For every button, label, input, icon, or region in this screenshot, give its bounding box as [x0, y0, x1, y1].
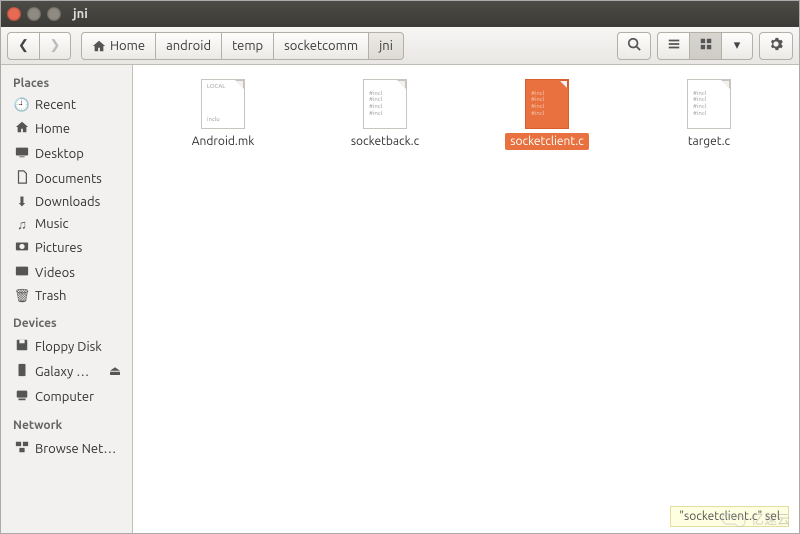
sidebar-item-downloads[interactable]: ⬇ Downloads: [1, 191, 132, 213]
watermark-text: 亿速云: [751, 509, 790, 528]
sidebar-item-videos[interactable]: Videos: [1, 260, 132, 285]
forward-button[interactable]: ❯: [39, 32, 71, 60]
sidebar-header-places: Places: [1, 73, 132, 94]
chevron-down-icon: ▾: [734, 38, 741, 53]
sidebar-item-label: Home: [35, 122, 70, 136]
sidebar-item-music[interactable]: ♫ Music: [1, 213, 132, 235]
view-more-button[interactable]: ▾: [721, 32, 753, 60]
disk-icon: [15, 338, 29, 355]
grid-icon: [699, 37, 713, 54]
file-item-target-c[interactable]: #incl#incl#incl#incl target.c: [643, 79, 775, 150]
desktop-icon: [15, 145, 29, 162]
sidebar-item-label: Pictures: [35, 241, 82, 255]
file-label: target.c: [683, 133, 735, 150]
breadcrumb-home-label: Home: [110, 39, 145, 53]
home-icon: [92, 39, 106, 53]
sidebar-item-galaxy[interactable]: Galaxy … ⏏: [1, 359, 132, 384]
file-icon: #incl#incl#incl#incl: [687, 79, 731, 129]
breadcrumb-segment-jni[interactable]: jni: [369, 32, 404, 60]
phone-icon: [15, 363, 29, 380]
download-icon: ⬇: [15, 195, 29, 209]
trash-icon: 🗑: [15, 289, 29, 303]
view-mode-group: ▾: [657, 32, 753, 60]
clock-icon: 🕘: [15, 98, 29, 112]
sidebar-item-trash[interactable]: 🗑 Trash: [1, 285, 132, 307]
window-title: jni: [73, 7, 88, 21]
network-icon: [15, 440, 29, 457]
close-icon[interactable]: [7, 7, 21, 21]
sidebar: Places 🕘 Recent Home Desktop Documents ⬇ D…: [1, 65, 133, 533]
file-label: Android.mk: [187, 133, 260, 150]
sidebar-header-network: Network: [1, 415, 132, 436]
file-item-socketback-c[interactable]: #incl#incl#incl#incl socketback.c: [319, 79, 451, 150]
sidebar-item-label: Browse Net…: [35, 442, 116, 456]
sidebar-item-label: Music: [35, 217, 69, 231]
music-icon: ♫: [15, 217, 29, 231]
sidebar-item-label: Recent: [35, 98, 76, 112]
toolbar: ❮ ❯ Home android temp socketcomm jni ▾: [1, 27, 799, 65]
sidebar-item-pictures[interactable]: Pictures: [1, 235, 132, 260]
body: Places 🕘 Recent Home Desktop Documents ⬇ D…: [1, 65, 799, 533]
gear-icon: [769, 37, 783, 54]
titlebar: jni: [1, 1, 799, 27]
sidebar-item-desktop[interactable]: Desktop: [1, 141, 132, 166]
file-icon: #incl#incl#incl#incl: [525, 79, 569, 129]
chevron-right-icon: ❯: [50, 38, 61, 53]
doc-icon: [15, 170, 29, 187]
file-item-socketclient-c[interactable]: #incl#incl#incl#incl socketclient.c: [481, 79, 613, 150]
sidebar-item-recent[interactable]: 🕘 Recent: [1, 94, 132, 116]
breadcrumb-segment-socketcomm[interactable]: socketcomm: [274, 32, 369, 60]
sidebar-item-browse-network[interactable]: Browse Net…: [1, 436, 132, 461]
sidebar-item-label: Trash: [35, 289, 66, 303]
camera-icon: [15, 239, 29, 256]
minimize-icon[interactable]: [27, 7, 41, 21]
watermark: 亿速云: [721, 509, 790, 528]
file-label: socketback.c: [346, 133, 424, 150]
sidebar-item-label: Downloads: [35, 195, 100, 209]
list-icon: [667, 37, 681, 54]
sidebar-item-label: Documents: [35, 172, 102, 186]
settings-button[interactable]: [759, 32, 793, 60]
view-list-button[interactable]: [657, 32, 689, 60]
file-item-android-mk[interactable]: Android.mk: [157, 79, 289, 150]
watermark-icon: [721, 511, 747, 527]
sidebar-item-documents[interactable]: Documents: [1, 166, 132, 191]
file-icon: [201, 79, 245, 129]
view-icons-button[interactable]: [689, 32, 721, 60]
sidebar-item-label: Computer: [35, 390, 94, 404]
file-icon: #incl#incl#incl#incl: [363, 79, 407, 129]
file-grid: Android.mk #incl#incl#incl#incl socketba…: [133, 65, 799, 164]
search-button[interactable]: [617, 32, 651, 60]
home-icon: [15, 120, 29, 137]
sidebar-item-label: Desktop: [35, 147, 84, 161]
sidebar-item-computer[interactable]: Computer: [1, 384, 132, 409]
sidebar-item-label: Galaxy …: [35, 365, 89, 379]
maximize-icon[interactable]: [47, 7, 61, 21]
file-label: socketclient.c: [505, 133, 588, 150]
sidebar-item-label: Videos: [35, 266, 75, 280]
video-icon: [15, 264, 29, 281]
breadcrumb-segment-android[interactable]: android: [156, 32, 222, 60]
sidebar-item-home[interactable]: Home: [1, 116, 132, 141]
breadcrumb-segment-temp[interactable]: temp: [222, 32, 274, 60]
eject-icon[interactable]: ⏏: [108, 365, 122, 379]
search-icon: [627, 37, 641, 54]
nav-buttons: ❮ ❯: [7, 32, 71, 60]
file-pane[interactable]: Android.mk #incl#incl#incl#incl socketba…: [133, 65, 799, 533]
breadcrumb: Home android temp socketcomm jni: [81, 32, 404, 60]
computer-icon: [15, 388, 29, 405]
file-manager-window: jni ❮ ❯ Home android temp socketcomm jni: [0, 0, 800, 534]
back-button[interactable]: ❮: [7, 32, 39, 60]
breadcrumb-home[interactable]: Home: [81, 32, 156, 60]
chevron-left-icon: ❮: [18, 38, 29, 53]
sidebar-item-floppy[interactable]: Floppy Disk: [1, 334, 132, 359]
sidebar-item-label: Floppy Disk: [35, 340, 102, 354]
sidebar-header-devices: Devices: [1, 313, 132, 334]
